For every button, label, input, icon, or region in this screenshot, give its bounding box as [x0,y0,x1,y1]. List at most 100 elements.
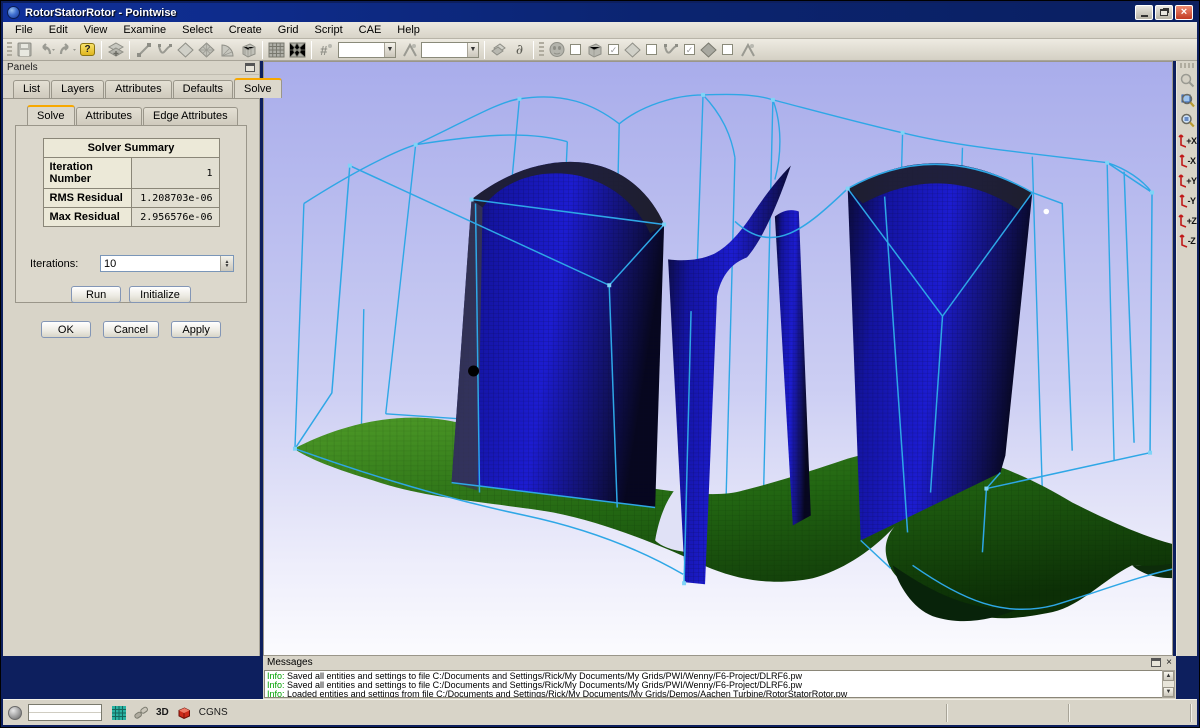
mask-domains-checkbox[interactable] [646,44,657,55]
mask-blocks-icon [586,42,603,58]
view-plus-x-button[interactable]: +X [1178,131,1197,150]
scroll-down-icon[interactable]: ▼ [1163,687,1174,697]
save-button[interactable] [14,40,35,60]
ok-button[interactable]: OK [41,321,91,338]
messages-scrollbar[interactable]: ▲ ▼ [1162,670,1175,698]
blade-left [452,162,665,508]
statusbar-separator [1068,704,1070,722]
menu-file[interactable]: File [7,22,41,38]
mask-connectors-checkbox[interactable]: ✓ [684,44,695,55]
boundary-partial-button[interactable]: ∂ [509,40,530,60]
mask-dimensions-button[interactable] [736,40,757,60]
message-text: Loaded entities and settings from file C… [285,689,848,698]
zoom-extents-button[interactable] [1178,111,1197,130]
toolbar-separator [311,41,312,59]
axis-icon [1179,234,1188,248]
view-plus-z-button[interactable]: +Z [1178,211,1197,230]
messages-list: Info: Saved all entities and settings to… [264,670,1175,698]
redo-button[interactable] [56,40,77,60]
mask-shaded-button[interactable] [698,40,719,60]
layer-add-button[interactable] [105,40,126,60]
apply-button[interactable]: Apply [171,321,221,338]
iterations-stepper[interactable]: 10 ▲▼ [100,255,234,272]
dimension-count-button[interactable]: # [315,40,336,60]
two-point-connector-button[interactable] [133,40,154,60]
float-messages-icon[interactable] [1151,658,1161,667]
dimension-count-icon: # [319,43,333,57]
menu-grid[interactable]: Grid [270,22,307,38]
unstructured-grid-button[interactable] [287,40,308,60]
menu-edit[interactable]: Edit [41,22,76,38]
mask-points-button[interactable] [546,40,567,60]
initialize-button[interactable]: Initialize [129,286,191,303]
title-bar[interactable]: RotorStatorRotor - Pointwise × [3,3,1197,22]
tab-attributes[interactable]: Attributes [105,80,171,98]
view-toolbar-grip[interactable] [1180,63,1194,68]
message-prefix: Info: [267,689,285,698]
view-minus-x-button[interactable]: -X [1178,151,1197,170]
menu-select[interactable]: Select [174,22,221,38]
close-messages-icon[interactable]: × [1166,658,1172,668]
menu-examine[interactable]: Examine [115,22,174,38]
view-minus-y-button[interactable]: -Y [1178,191,1197,210]
subtab-edge-attributes[interactable]: Edge Attributes [143,107,238,125]
panels-title-bar: Panels [3,61,259,75]
structured-grid-button[interactable] [266,40,287,60]
block-button[interactable] [238,40,259,60]
axis-icon [1178,134,1187,148]
mask-spacings-checkbox[interactable] [722,44,733,55]
menu-create[interactable]: Create [221,22,270,38]
structured-domain-icon [198,42,215,58]
revolve-button[interactable] [217,40,238,60]
cae-solver-label: CGNS [199,707,228,718]
copy-stack-button[interactable] [488,40,509,60]
mask-points-checkbox[interactable] [570,44,581,55]
save-icon [17,42,32,57]
help-button[interactable]: ? [77,40,98,60]
mask-blocks-button[interactable] [584,40,605,60]
undo-button[interactable] [35,40,56,60]
spline-connector-button[interactable] [154,40,175,60]
tab-defaults[interactable]: Defaults [173,80,233,98]
selected-point-marker[interactable] [468,365,479,376]
view-plus-y-button[interactable]: +Y [1178,171,1197,190]
tab-solve[interactable]: Solve [234,78,282,98]
toolbar-grip[interactable] [539,42,544,58]
combo-arrow-icon: ▼ [384,43,395,57]
run-button[interactable]: Run [71,286,121,303]
float-panel-icon[interactable] [245,63,255,72]
mask-connectors-button[interactable] [660,40,681,60]
tab-list[interactable]: List [13,80,50,98]
domain-button[interactable] [175,40,196,60]
iterations-value[interactable]: 10 [101,258,220,270]
spinner-arrows-icon[interactable]: ▲▼ [220,256,233,271]
mask-shaded-icon [700,42,717,58]
average-spacing-button[interactable] [398,40,419,60]
panels-title: Panels [7,62,38,73]
dimension-count-combo[interactable]: ▼ [338,42,396,58]
cancel-button[interactable]: Cancel [103,321,159,338]
mask-blocks-checkbox[interactable]: ✓ [608,44,619,55]
viewport-3d-canvas[interactable] [263,61,1173,656]
menu-view[interactable]: View [76,22,116,38]
minimize-button[interactable] [1135,5,1153,20]
subtab-attributes[interactable]: Attributes [76,107,142,125]
panels-dock: Panels List Layers Attributes Defaults S… [3,61,260,656]
zoom-previous-button[interactable] [1178,71,1197,90]
restore-button[interactable] [1155,5,1173,20]
average-spacing-combo[interactable]: ▼ [421,42,479,58]
mask-domains-button[interactable] [622,40,643,60]
menu-script[interactable]: Script [307,22,351,38]
structured-domain-button[interactable] [196,40,217,60]
highlight-point-marker [1043,209,1049,215]
toolbar-grip[interactable] [7,42,12,58]
menu-cae[interactable]: CAE [351,22,390,38]
subtab-solve[interactable]: Solve [27,105,75,125]
close-button[interactable]: × [1175,5,1193,20]
scroll-up-icon[interactable]: ▲ [1163,671,1174,681]
block-icon [240,42,257,58]
menu-help[interactable]: Help [389,22,428,38]
zoom-box-button[interactable] [1178,91,1197,110]
view-minus-z-button[interactable]: -Z [1178,231,1197,250]
tab-layers[interactable]: Layers [51,80,104,98]
